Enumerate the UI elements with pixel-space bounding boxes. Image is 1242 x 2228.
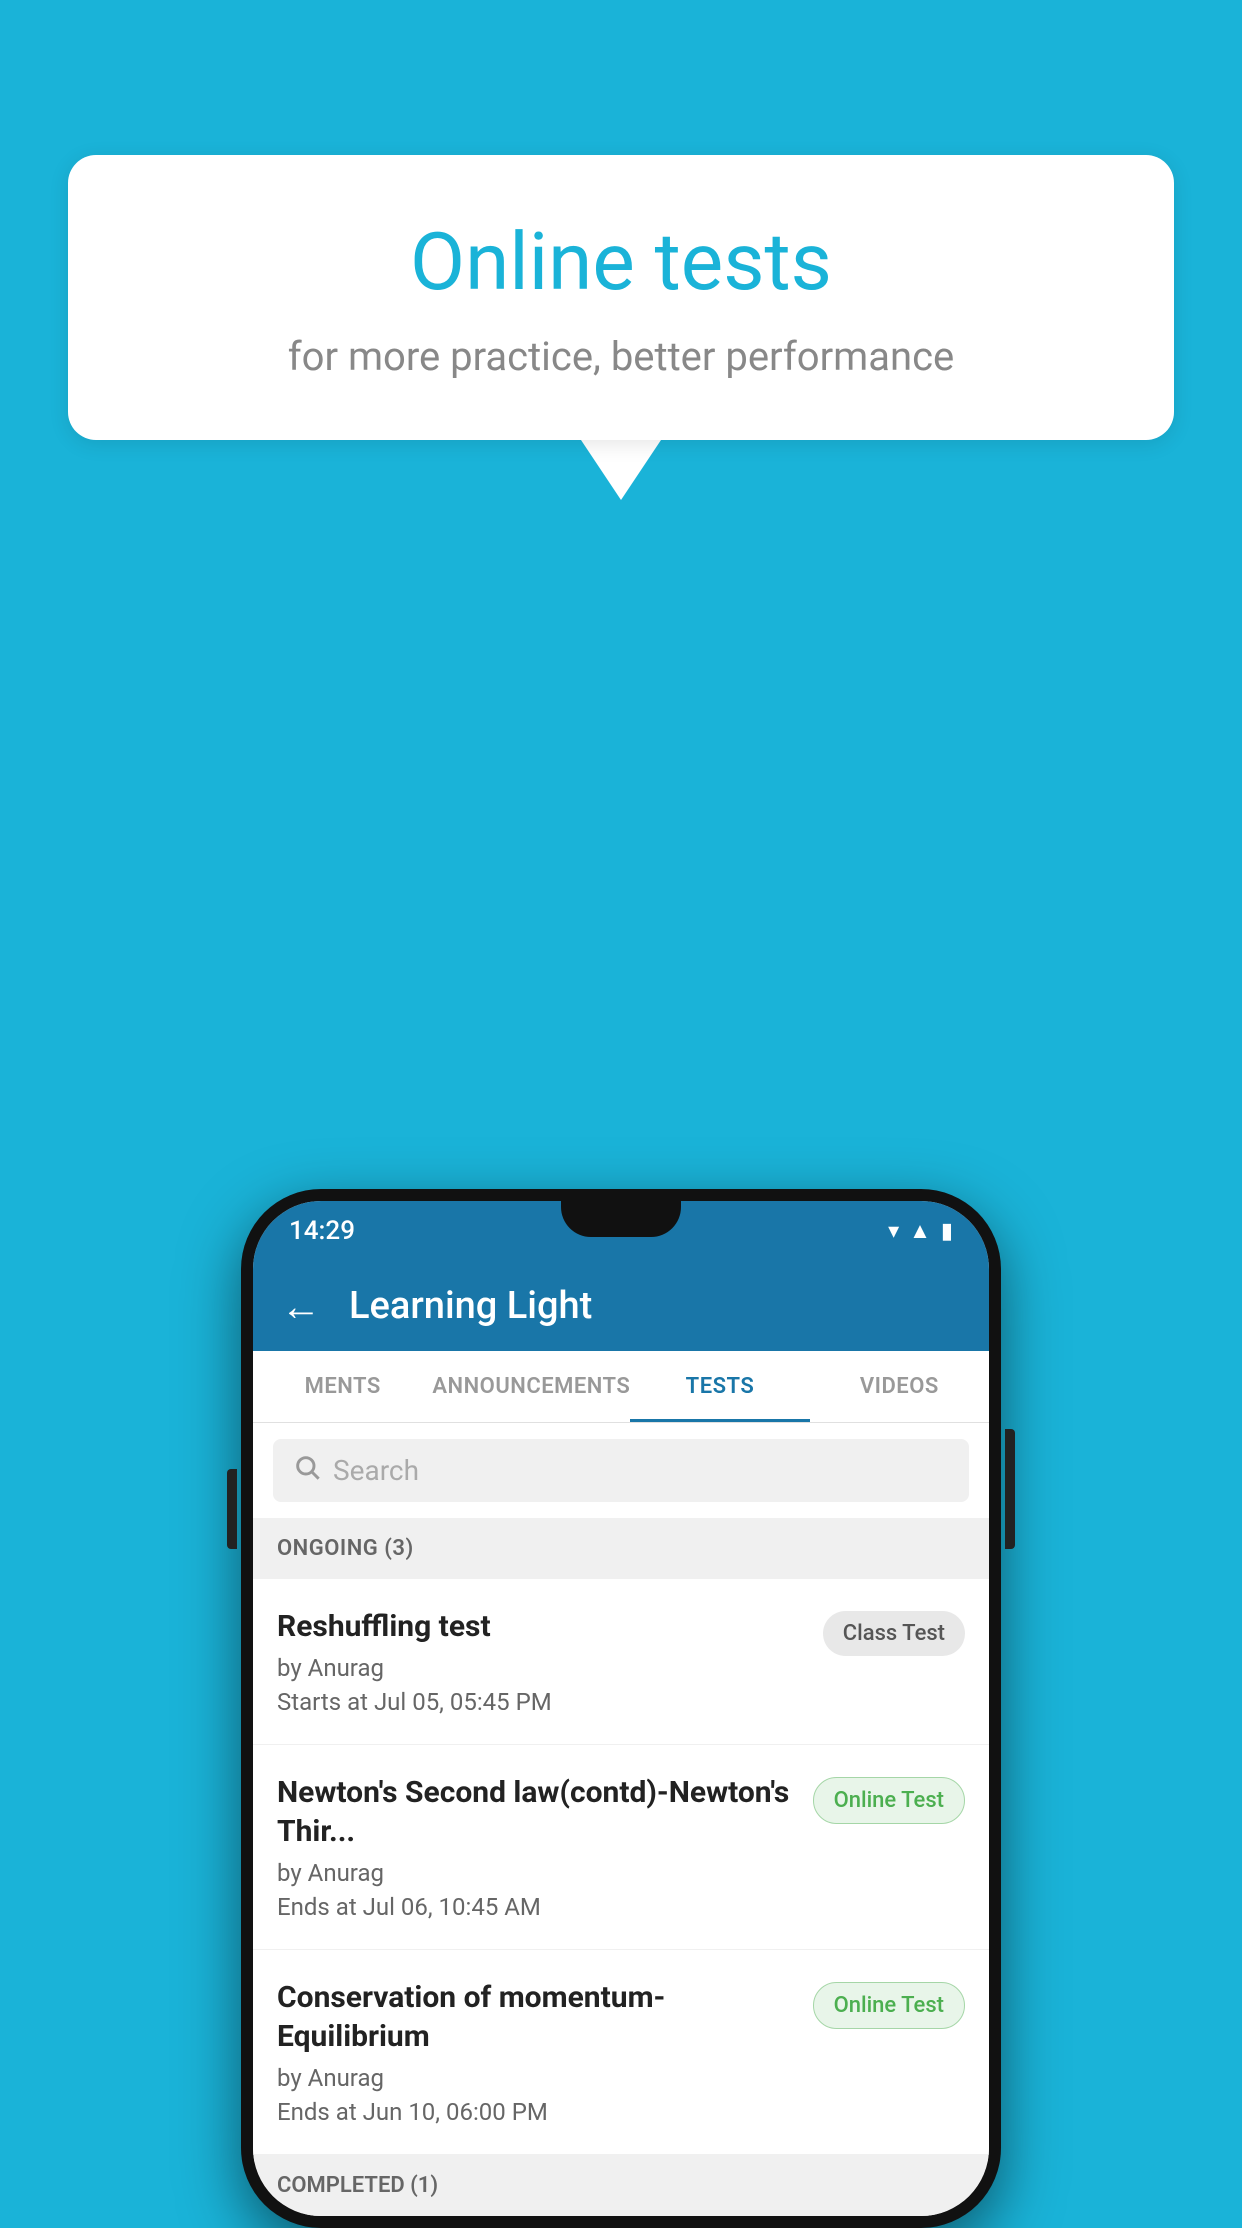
bubble-subtitle: for more practice, better performance bbox=[148, 333, 1094, 380]
test-author-conservation: by Anurag bbox=[277, 2064, 793, 2092]
tab-ments[interactable]: MENTS bbox=[253, 1351, 432, 1422]
completed-section-header: COMPLETED (1) bbox=[253, 2155, 989, 2216]
search-container: Search bbox=[253, 1423, 989, 1518]
battery-icon: ▮ bbox=[941, 1219, 953, 1244]
search-box[interactable]: Search bbox=[273, 1439, 969, 1502]
tab-bar: MENTS ANNOUNCEMENTS TESTS VIDEOS bbox=[253, 1351, 989, 1423]
speech-bubble-card: Online tests for more practice, better p… bbox=[68, 155, 1174, 440]
test-title-conservation: Conservation of momentum-Equilibrium bbox=[277, 1978, 793, 2056]
phone-wrapper: 14:29 ▾ ▲ ▮ ← Learning Light MENTS ANNOU… bbox=[241, 1189, 1001, 2228]
test-item-content: Reshuffling test by Anurag Starts at Jul… bbox=[277, 1607, 803, 1716]
test-time-newton: Ends at Jul 06, 10:45 AM bbox=[277, 1893, 793, 1921]
signal-icon: ▲ bbox=[909, 1218, 931, 1244]
badge-newton: Online Test bbox=[813, 1777, 965, 1824]
test-time-conservation: Ends at Jun 10, 06:00 PM bbox=[277, 2098, 793, 2126]
search-placeholder: Search bbox=[333, 1454, 419, 1487]
phone-frame: 14:29 ▾ ▲ ▮ ← Learning Light MENTS ANNOU… bbox=[241, 1189, 1001, 2228]
status-icons: ▾ ▲ ▮ bbox=[888, 1218, 953, 1244]
tab-tests[interactable]: TESTS bbox=[630, 1351, 809, 1422]
app-header: ← Learning Light bbox=[253, 1261, 989, 1351]
status-bar: 14:29 ▾ ▲ ▮ bbox=[253, 1201, 989, 1261]
test-time-reshuffling: Starts at Jul 05, 05:45 PM bbox=[277, 1688, 803, 1716]
tab-videos[interactable]: VIDEOS bbox=[810, 1351, 989, 1422]
test-item-newton[interactable]: Newton's Second law(contd)-Newton's Thir… bbox=[253, 1745, 989, 1950]
test-author-newton: by Anurag bbox=[277, 1859, 793, 1887]
status-time: 14:29 bbox=[289, 1216, 355, 1246]
ongoing-section-header: ONGOING (3) bbox=[253, 1518, 989, 1579]
tab-announcements[interactable]: ANNOUNCEMENTS bbox=[432, 1351, 630, 1422]
test-item-content-newton: Newton's Second law(contd)-Newton's Thir… bbox=[277, 1773, 793, 1921]
app-title: Learning Light bbox=[349, 1284, 592, 1328]
test-item-reshuffling[interactable]: Reshuffling test by Anurag Starts at Jul… bbox=[253, 1579, 989, 1745]
test-item-content-conservation: Conservation of momentum-Equilibrium by … bbox=[277, 1978, 793, 2126]
badge-reshuffling: Class Test bbox=[823, 1611, 965, 1656]
badge-conservation: Online Test bbox=[813, 1982, 965, 2029]
speech-bubble-section: Online tests for more practice, better p… bbox=[68, 155, 1174, 500]
test-author-reshuffling: by Anurag bbox=[277, 1654, 803, 1682]
test-item-conservation[interactable]: Conservation of momentum-Equilibrium by … bbox=[253, 1950, 989, 2155]
notch bbox=[561, 1201, 681, 1237]
test-title-newton: Newton's Second law(contd)-Newton's Thir… bbox=[277, 1773, 793, 1851]
bubble-arrow bbox=[581, 440, 661, 500]
search-icon bbox=[293, 1453, 321, 1488]
bubble-title: Online tests bbox=[148, 215, 1094, 309]
test-title-reshuffling: Reshuffling test bbox=[277, 1607, 803, 1646]
phone-screen: 14:29 ▾ ▲ ▮ ← Learning Light MENTS ANNOU… bbox=[253, 1201, 989, 2216]
back-button[interactable]: ← bbox=[281, 1283, 321, 1330]
wifi-icon: ▾ bbox=[888, 1219, 899, 1244]
